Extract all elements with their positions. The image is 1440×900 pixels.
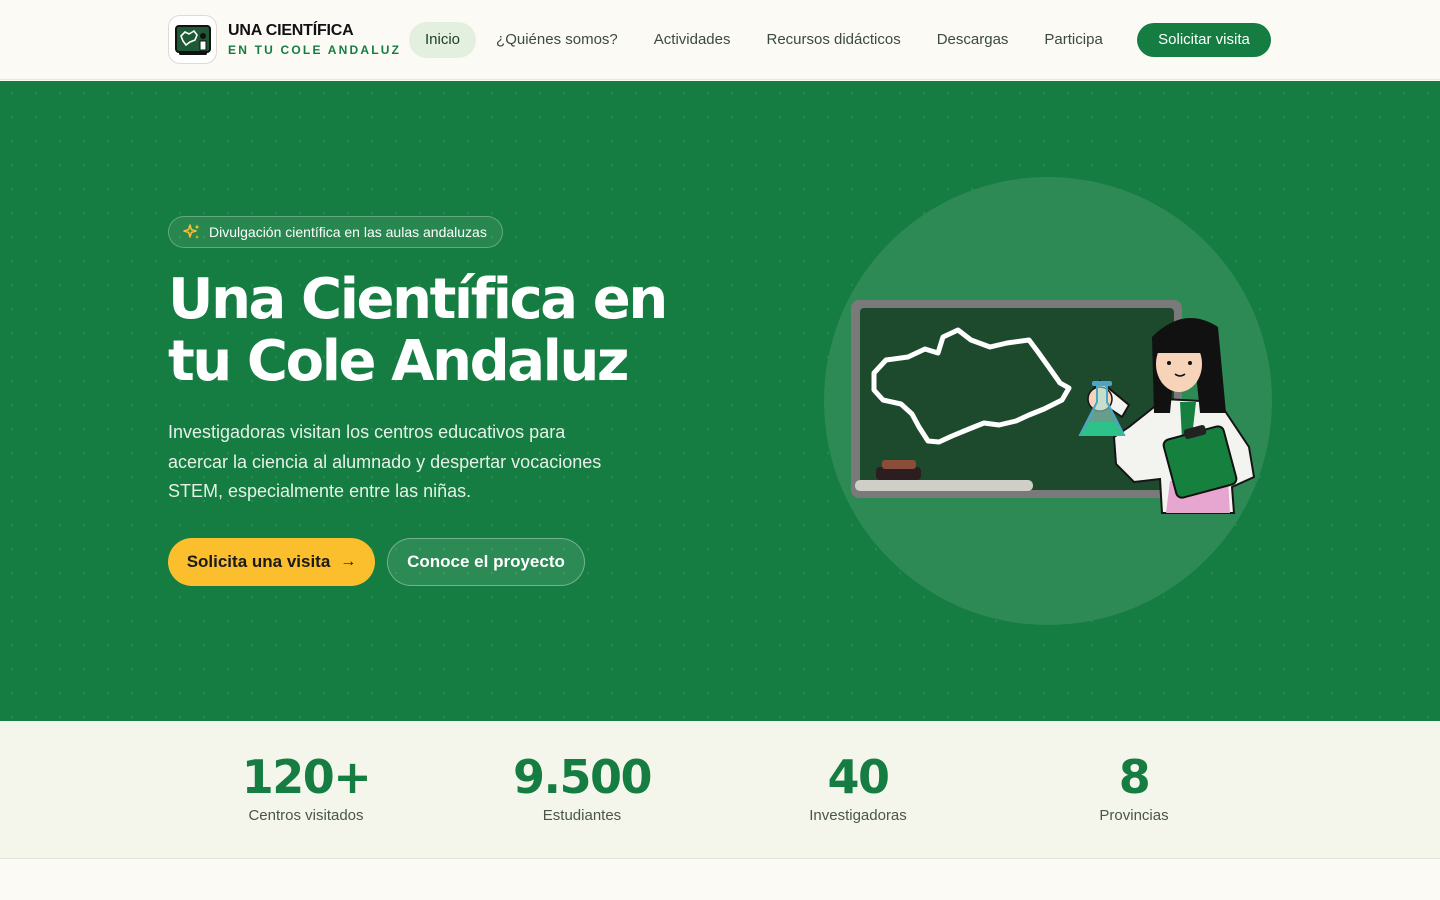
brand-text[interactable]: UNA CIENTÍFICA EN TU COLE ANDALUZ: [228, 22, 401, 57]
hero-title-line1: Una Científica en: [168, 267, 668, 332]
nav-item-descargas[interactable]: Descargas: [921, 22, 1025, 58]
stat-estudiantes: 9.500 Estudiantes: [444, 749, 720, 824]
request-visit-button[interactable]: Solicitar visita: [1137, 23, 1271, 57]
stat-value: 40: [827, 750, 890, 804]
hero-title-line2: tu Cole Andaluz: [168, 329, 630, 394]
chalk-tray: [855, 480, 1033, 491]
sparkles-icon: [183, 223, 201, 241]
stat-label: Estudiantes: [542, 807, 622, 824]
hero-badge: Divulgación científica en las aulas anda…: [168, 216, 503, 248]
nav-item-quienes-somos[interactable]: ¿Quiénes somos?: [480, 22, 634, 58]
request-visit-hero-label: Solicita una visita: [186, 552, 331, 571]
stat-value: 120+: [241, 750, 372, 804]
stat-label: Centros visitados: [248, 807, 364, 824]
learn-project-button[interactable]: Conoce el proyecto: [387, 538, 585, 586]
hero-section: Divulgación científica en las aulas anda…: [0, 81, 1440, 721]
stat-value: 9.500: [512, 750, 653, 804]
scientist-illustration: [824, 177, 1272, 625]
stat-provincias: 8 Provincias: [996, 749, 1272, 824]
nav-item-recursos-didacticos[interactable]: Recursos didácticos: [750, 22, 916, 58]
request-visit-hero-button[interactable]: Solicita una visita →: [168, 538, 375, 586]
flask-neck-rim: [1092, 381, 1112, 386]
site-header: UNA CIENTÍFICA EN TU COLE ANDALUZ Inicio…: [0, 0, 1440, 80]
nav-item-inicio[interactable]: Inicio: [409, 22, 477, 58]
hero-badge-text: Divulgación científica en las aulas anda…: [209, 224, 487, 240]
brand-tagline: EN TU COLE ANDALUZ: [228, 43, 402, 57]
scientist-eye-right: [1188, 361, 1192, 365]
scientist-eye-left: [1167, 361, 1171, 365]
stats-section: 120+ Centros visitados 9.500 Estudiantes…: [0, 721, 1440, 859]
stat-label: Provincias: [1099, 807, 1169, 824]
nav-item-actividades[interactable]: Actividades: [638, 22, 747, 58]
arrow-right-icon: →: [340, 553, 357, 570]
stat-label: Investigadoras: [809, 807, 907, 824]
stat-value: 8: [1118, 750, 1151, 804]
site-logo[interactable]: [168, 15, 217, 64]
nav-item-participa[interactable]: Participa: [1028, 22, 1118, 58]
chalkboard-icon: [174, 24, 211, 55]
stat-centros: 120+ Centros visitados: [168, 749, 444, 824]
hero-title: Una Científica en tu Cole Andaluz: [168, 269, 728, 393]
main-nav: Inicio ¿Quiénes somos? Actividades Recur…: [409, 22, 1123, 58]
hero-description: Investigadoras visitan los centros educa…: [168, 422, 602, 501]
stat-investigadoras: 40 Investigadoras: [720, 749, 996, 824]
eraser-top: [882, 460, 916, 469]
brand-name: UNA CIENTÍFICA: [228, 22, 354, 39]
